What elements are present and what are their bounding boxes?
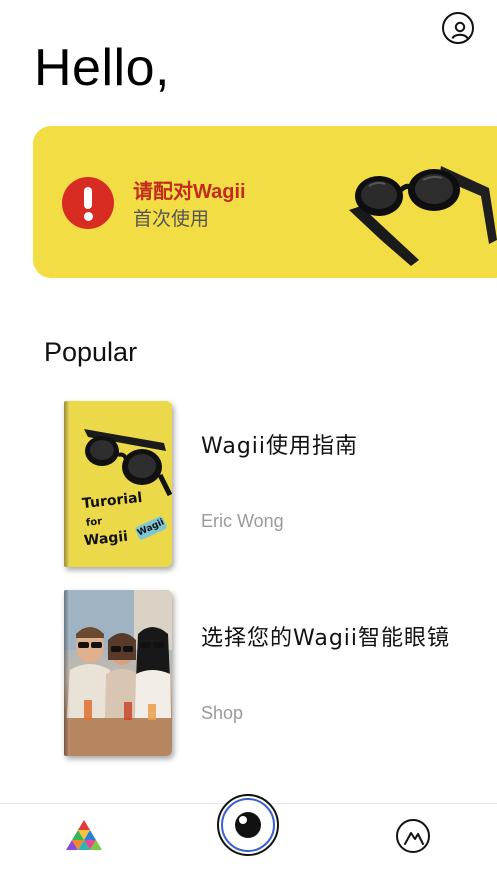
popular-section-title: Popular [44,337,138,367]
camera-eye-icon[interactable] [216,793,280,857]
cover-line-2: for [85,516,103,529]
user-circle-icon [451,21,469,40]
people-photo-illustration [64,590,172,756]
item-title-shop[interactable]: 选择您的Wagii智能眼镜 [201,620,450,652]
profile-button[interactable] [442,12,474,44]
greeting-title: Hello, [34,39,170,97]
item-title-guide[interactable]: Wagii使用指南 [201,428,358,460]
item-shop-label: Shop [201,703,244,723]
tutorial-book-cover[interactable]: Turorial for Wagii Wagii [64,401,172,567]
cover-line-3: Wagii [83,528,129,550]
item-author: Eric Wong [201,511,284,531]
mountain-circle-icon[interactable] [396,819,430,853]
exclamation-circle-icon [62,177,114,229]
cover-badge: Wagii [134,515,168,541]
pair-banner-title: 请配对Wagii [133,181,246,203]
colorful-triangle-icon[interactable] [66,818,102,852]
pair-banner-subtitle: 首次使用 [133,209,210,230]
shop-book-cover[interactable] [64,590,172,756]
smart-glasses-image [349,166,497,266]
pair-device-banner[interactable]: 请配对Wagii 首次使用 [33,126,497,278]
